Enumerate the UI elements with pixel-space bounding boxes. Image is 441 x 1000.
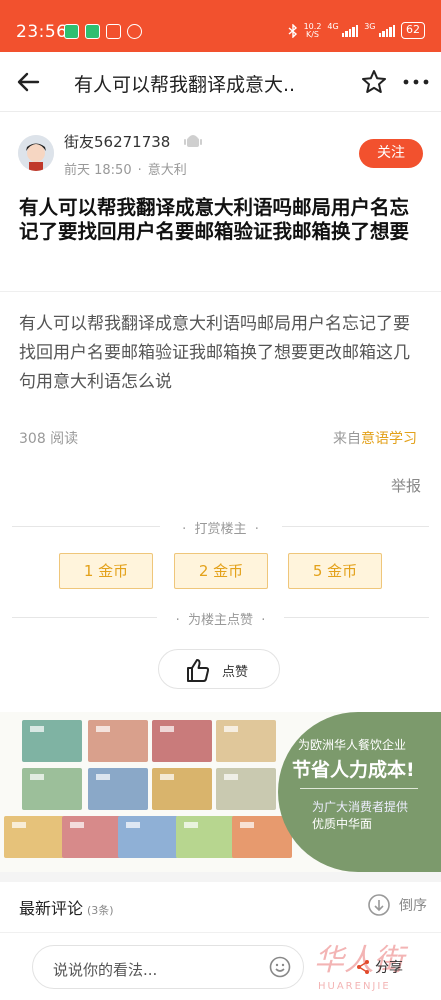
thumbs-up-icon <box>187 659 210 682</box>
post-source: 来自意语学习 <box>333 428 417 448</box>
system-indicators: 10.2 K/S 4G 3G 62 <box>288 22 425 39</box>
signal-icon <box>341 24 359 37</box>
product-image <box>22 768 82 810</box>
divider <box>0 291 441 292</box>
product-image <box>4 816 64 858</box>
like-button[interactable]: 点赞 <box>158 649 280 689</box>
post-time: 前天 18:50 <box>64 163 132 178</box>
source-prefix: 来自 <box>333 431 361 447</box>
sort-icon <box>368 894 390 916</box>
ad-text: 优质中华面 <box>312 817 373 831</box>
product-image <box>216 768 276 810</box>
back-arrow-icon[interactable] <box>14 68 44 96</box>
network-speed: 10.2 K/S <box>303 21 322 39</box>
notification-icons <box>64 24 142 39</box>
post-title: 有人可以帮我翻译成意大利语吗邮局用户名忘记了要找回用户名要邮箱验证我邮箱换了想要 <box>19 196 410 243</box>
android-icon <box>184 135 202 147</box>
report-link[interactable]: 举报 <box>391 475 421 496</box>
reward-5-coin-button[interactable]: 5 金币 <box>288 553 382 589</box>
sort-label: 倒序 <box>399 898 427 914</box>
ad-text: 为广大消费者提供 <box>312 800 409 814</box>
bottom-bar: 说说你的看法... 华人街 HUARENJIE 分享 <box>0 932 441 1000</box>
page-title: 有人可以帮我翻译成意大.. <box>74 74 296 96</box>
ad-banner[interactable]: 为欧洲华人餐饮企业 节省人力成本! 为广大消费者提供 优质中华面 <box>0 712 441 872</box>
comments-title: 最新评论 (3条) <box>19 899 114 918</box>
comment-input[interactable]: 说说你的看法... <box>32 945 304 989</box>
comments-count: (3条) <box>87 904 114 917</box>
like-divider: · 为楼主点赞 · <box>12 609 429 628</box>
sort-toggle[interactable]: 倒序 <box>367 893 427 917</box>
share-icon <box>357 960 369 974</box>
author-name[interactable]: 街友56271738 <box>64 131 170 152</box>
product-image <box>62 816 122 858</box>
signal-icon <box>378 24 395 37</box>
share-button[interactable]: 分享 <box>355 957 403 977</box>
like-label: · 为楼主点赞 · <box>175 613 266 628</box>
network-type-1: 4G <box>327 22 339 31</box>
product-image <box>88 720 148 762</box>
emoji-icon[interactable] <box>269 956 291 978</box>
ad-text: 为欧洲华人餐饮企业 <box>298 738 407 752</box>
post-meta: 前天 18:50 · 意大利 <box>64 163 187 178</box>
reward-1-coin-button[interactable]: 1 金币 <box>59 553 153 589</box>
alarm-icon <box>127 24 142 39</box>
share-label: 分享 <box>375 960 403 976</box>
status-time: 23:56 <box>16 22 68 42</box>
battery-indicator: 62 <box>401 22 425 39</box>
product-image <box>152 768 212 810</box>
reward-label: · 打赏楼主 · <box>182 522 259 537</box>
like-button-label: 点赞 <box>222 665 249 680</box>
nfc-icon <box>106 24 121 39</box>
comment-placeholder: 说说你的看法... <box>53 961 158 979</box>
product-image <box>152 720 212 762</box>
product-image <box>22 720 82 762</box>
status-bar: 23:56 10.2 K/S 4G 3G 62 <box>0 0 441 52</box>
app-notification-icon <box>85 24 100 39</box>
ad-headline: 节省人力成本! <box>292 759 415 781</box>
network-type-2: 3G <box>364 22 376 31</box>
app-header: 有人可以帮我翻译成意大.. <box>0 52 441 112</box>
section-gap <box>0 872 441 882</box>
star-icon[interactable] <box>360 68 388 96</box>
product-image <box>118 816 178 858</box>
reward-2-coin-button[interactable]: 2 金币 <box>174 553 268 589</box>
avatar[interactable] <box>18 135 54 171</box>
post-location: 意大利 <box>147 163 187 178</box>
product-image <box>88 768 148 810</box>
product-image <box>176 816 236 858</box>
more-options-icon[interactable] <box>400 68 432 96</box>
follow-button[interactable]: 关注 <box>359 139 423 168</box>
bluetooth-icon <box>288 23 297 38</box>
post-body: 有人可以帮我翻译成意大利语吗邮局用户名忘记了要找回用户名要邮箱验证我邮箱换了想要… <box>19 314 410 392</box>
reward-divider: · 打赏楼主 · <box>12 518 429 537</box>
source-link[interactable]: 意语学习 <box>361 431 417 447</box>
app-notification-icon <box>64 24 79 39</box>
read-count: 308 阅读 <box>19 431 79 447</box>
product-image <box>216 720 276 762</box>
